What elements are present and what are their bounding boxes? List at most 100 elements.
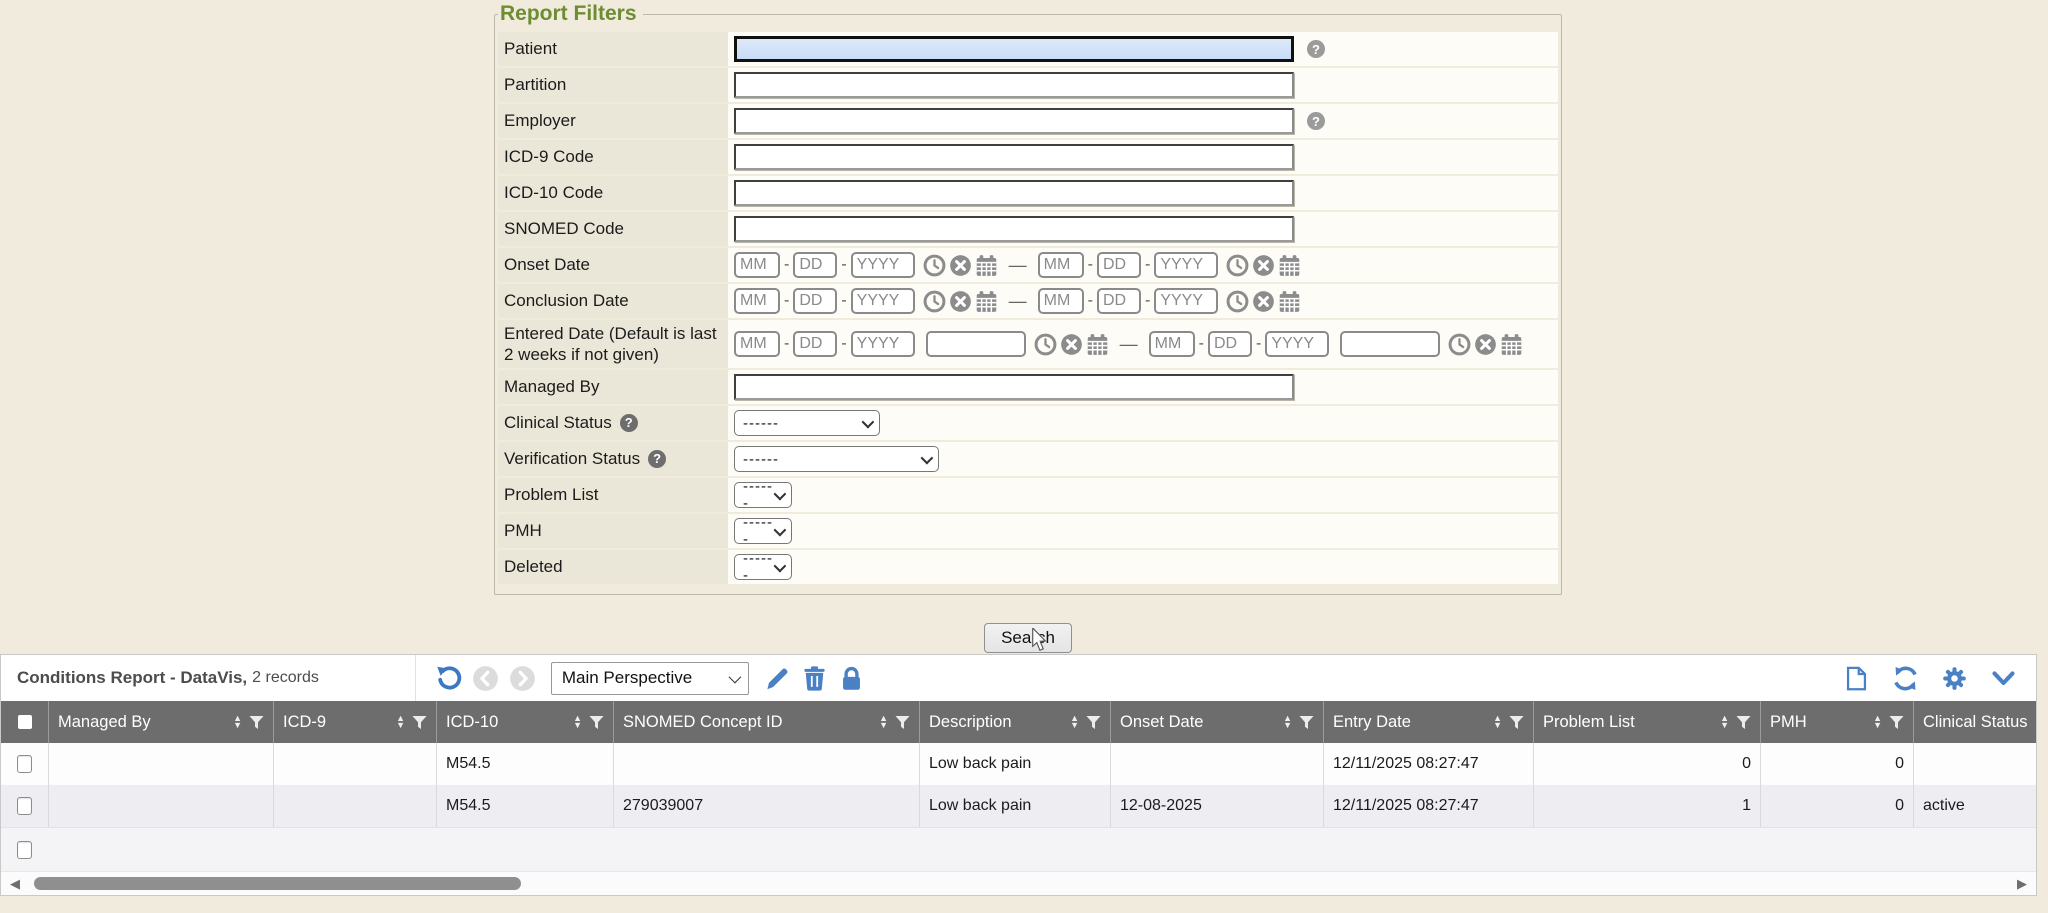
- clock-icon[interactable]: [1226, 254, 1249, 277]
- column-header-icd9[interactable]: ICD-9 ▲▼: [274, 701, 437, 743]
- partition-input[interactable]: [734, 72, 1294, 98]
- month-input[interactable]: [734, 288, 780, 314]
- column-header-description[interactable]: Description ▲▼: [920, 701, 1111, 743]
- clear-icon[interactable]: [949, 290, 972, 313]
- calendar-icon[interactable]: [1086, 333, 1109, 356]
- scroll-left-arrow-icon[interactable]: ◀: [10, 876, 20, 892]
- lock-icon[interactable]: [838, 665, 865, 692]
- month-input[interactable]: [1149, 331, 1195, 357]
- year-input[interactable]: [1154, 288, 1218, 314]
- day-input[interactable]: [793, 331, 837, 357]
- pmh-select[interactable]: ------: [734, 518, 792, 544]
- trash-icon[interactable]: [801, 665, 828, 692]
- column-header-pmh[interactable]: PMH ▲▼: [1761, 701, 1914, 743]
- horizontal-scrollbar[interactable]: ◀ ▶: [1, 871, 2036, 895]
- calendar-icon[interactable]: [975, 254, 998, 277]
- clear-icon[interactable]: [1474, 333, 1497, 356]
- clear-icon[interactable]: [1060, 333, 1083, 356]
- filter-funnel-icon[interactable]: [1299, 715, 1314, 730]
- managed-by-input[interactable]: [734, 374, 1294, 400]
- collapse-chevron-icon[interactable]: [1990, 665, 2017, 692]
- month-input[interactable]: [734, 252, 780, 278]
- calendar-icon[interactable]: [975, 290, 998, 313]
- icd10-input[interactable]: [734, 180, 1294, 206]
- calendar-icon[interactable]: [1278, 290, 1301, 313]
- gear-icon[interactable]: [1941, 665, 1968, 692]
- filter-funnel-icon[interactable]: [1086, 715, 1101, 730]
- row-checkbox[interactable]: [17, 797, 32, 815]
- help-icon[interactable]: ?: [648, 450, 666, 468]
- filter-funnel-icon[interactable]: [249, 715, 264, 730]
- row-checkbox[interactable]: [17, 755, 32, 773]
- clock-icon[interactable]: [923, 290, 946, 313]
- clock-icon[interactable]: [1226, 290, 1249, 313]
- filter-funnel-icon[interactable]: [1889, 715, 1904, 730]
- select-all-checkbox[interactable]: [18, 715, 32, 729]
- filter-funnel-icon[interactable]: [895, 715, 910, 730]
- day-input[interactable]: [1097, 288, 1141, 314]
- filter-funnel-icon[interactable]: [412, 715, 427, 730]
- calendar-icon[interactable]: [1278, 254, 1301, 277]
- deleted-select[interactable]: ------: [734, 554, 792, 580]
- filter-funnel-icon[interactable]: [589, 715, 604, 730]
- perspective-select[interactable]: Main Perspective: [551, 662, 749, 695]
- sort-icon[interactable]: ▲▼: [1720, 715, 1729, 729]
- column-header-problem-list[interactable]: Problem List ▲▼: [1534, 701, 1761, 743]
- column-header-entry-date[interactable]: Entry Date ▲▼: [1324, 701, 1534, 743]
- clear-icon[interactable]: [1252, 290, 1275, 313]
- day-input[interactable]: [1097, 252, 1141, 278]
- undo-icon[interactable]: [435, 665, 462, 692]
- entered-from-time-input[interactable]: [926, 331, 1026, 357]
- scrollbar-thumb[interactable]: [34, 877, 521, 890]
- sort-icon[interactable]: ▲▼: [573, 715, 582, 729]
- refresh-icon[interactable]: [1892, 665, 1919, 692]
- filter-funnel-icon[interactable]: [1736, 715, 1751, 730]
- help-icon[interactable]: ?: [1307, 112, 1325, 130]
- day-input[interactable]: [793, 252, 837, 278]
- clock-icon[interactable]: [923, 254, 946, 277]
- clinical-status-select[interactable]: ------: [734, 410, 880, 436]
- month-input[interactable]: [1038, 288, 1084, 314]
- column-header-managed-by[interactable]: Managed By ▲▼: [49, 701, 274, 743]
- column-header-icd10[interactable]: ICD-10 ▲▼: [437, 701, 614, 743]
- month-input[interactable]: [734, 331, 780, 357]
- year-input[interactable]: [851, 252, 915, 278]
- sort-icon[interactable]: ▲▼: [396, 715, 405, 729]
- employer-input[interactable]: [734, 108, 1294, 134]
- footer-checkbox[interactable]: [17, 841, 32, 859]
- clock-icon[interactable]: [1034, 333, 1057, 356]
- column-header-snomed[interactable]: SNOMED Concept ID ▲▼: [614, 701, 920, 743]
- sort-icon[interactable]: ▲▼: [879, 715, 888, 729]
- sort-icon[interactable]: ▲▼: [1070, 715, 1079, 729]
- scroll-right-arrow-icon[interactable]: ▶: [2017, 876, 2027, 892]
- sort-icon[interactable]: ▲▼: [1283, 715, 1292, 729]
- help-icon[interactable]: ?: [620, 414, 638, 432]
- year-input[interactable]: [1265, 331, 1329, 357]
- verification-status-select[interactable]: ------: [734, 446, 939, 472]
- day-input[interactable]: [793, 288, 837, 314]
- previous-perspective-icon[interactable]: [472, 665, 499, 692]
- icd9-input[interactable]: [734, 144, 1294, 170]
- column-header-clinical-status[interactable]: Clinical Status: [1914, 701, 2036, 743]
- new-document-icon[interactable]: [1843, 665, 1870, 692]
- patient-input[interactable]: [734, 36, 1294, 62]
- clear-icon[interactable]: [1252, 254, 1275, 277]
- edit-pencil-icon[interactable]: [764, 665, 791, 692]
- clock-icon[interactable]: [1448, 333, 1471, 356]
- year-input[interactable]: [1154, 252, 1218, 278]
- month-input[interactable]: [1038, 252, 1084, 278]
- next-perspective-icon[interactable]: [509, 665, 536, 692]
- sort-icon[interactable]: ▲▼: [1873, 715, 1882, 729]
- calendar-icon[interactable]: [1500, 333, 1523, 356]
- year-input[interactable]: [851, 288, 915, 314]
- snomed-input[interactable]: [734, 216, 1294, 242]
- sort-icon[interactable]: ▲▼: [233, 715, 242, 729]
- entered-to-time-input[interactable]: [1340, 331, 1440, 357]
- filter-funnel-icon[interactable]: [1509, 715, 1524, 730]
- sort-icon[interactable]: ▲▼: [1493, 715, 1502, 729]
- problem-list-select[interactable]: ------: [734, 482, 792, 508]
- year-input[interactable]: [851, 331, 915, 357]
- column-header-onset-date[interactable]: Onset Date ▲▼: [1111, 701, 1324, 743]
- day-input[interactable]: [1208, 331, 1252, 357]
- clear-icon[interactable]: [949, 254, 972, 277]
